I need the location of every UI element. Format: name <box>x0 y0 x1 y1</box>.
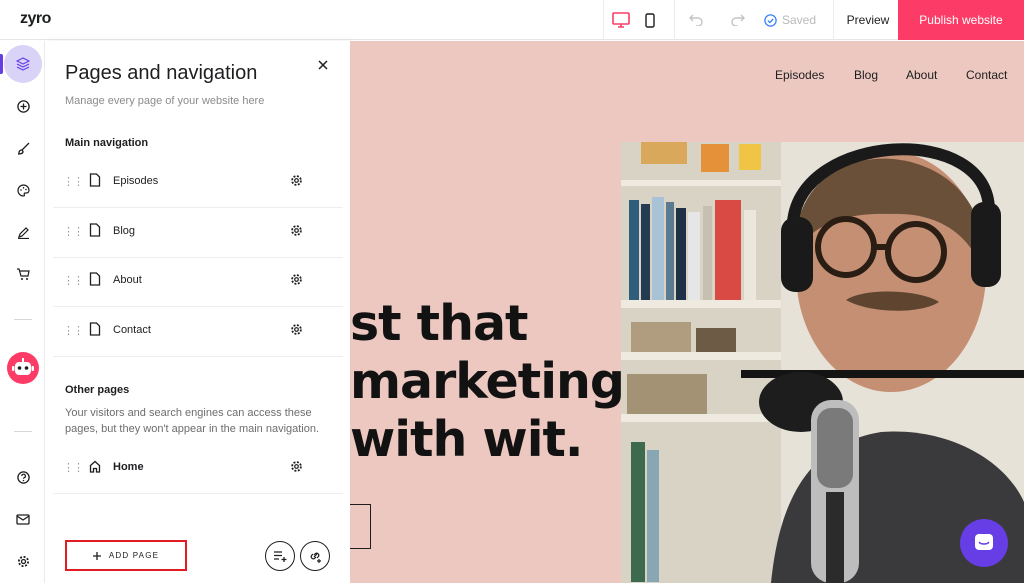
main-navigation-heading: Main navigation <box>65 137 149 149</box>
page-icon <box>89 272 101 286</box>
hero-heading-line[interactable]: marketing <box>350 353 625 410</box>
page-label: Home <box>113 461 144 473</box>
drag-handle-icon[interactable]: ⋮⋮ <box>63 274 84 287</box>
page-label: Episodes <box>113 175 159 187</box>
redo-icon <box>731 14 745 26</box>
colors-button[interactable] <box>7 174 39 206</box>
settings-icon <box>17 555 29 567</box>
page-icon <box>89 173 101 187</box>
page-row-about[interactable]: ⋮⋮ About <box>53 257 343 307</box>
add-page-button[interactable]: ADD PAGE <box>65 540 187 571</box>
drag-handle-icon[interactable]: ⋮⋮ <box>63 461 84 474</box>
preview-button[interactable]: Preview <box>834 0 902 40</box>
desktop-view-button[interactable] <box>604 0 638 40</box>
page-row-contact[interactable]: ⋮⋮ Contact <box>53 307 343 357</box>
hero-heading-line[interactable]: st that <box>350 295 528 352</box>
page-row-blog[interactable]: ⋮⋮ Blog <box>53 208 343 258</box>
active-indicator <box>0 54 3 74</box>
top-bar: zyro Saved Preview Publish website <box>0 0 1024 40</box>
site-nav-about[interactable]: About <box>906 68 937 82</box>
podcaster-photo <box>621 142 1024 583</box>
help-icon <box>16 470 30 484</box>
hero-button[interactable] <box>350 504 371 549</box>
close-icon <box>318 60 328 70</box>
panel-subtitle: Manage every page of your website here <box>65 95 265 107</box>
mobile-icon <box>645 12 655 28</box>
saved-status: Saved <box>759 0 821 40</box>
ai-assistant-button[interactable] <box>6 351 40 385</box>
add-list-page-button[interactable] <box>265 541 295 571</box>
cart-icon <box>17 267 30 280</box>
site-nav-blog[interactable]: Blog <box>854 68 878 82</box>
playlist-add-icon <box>274 551 287 562</box>
gear-icon[interactable] <box>290 323 303 336</box>
layers-icon <box>16 57 30 71</box>
drag-handle-icon[interactable]: ⋮⋮ <box>63 324 84 337</box>
home-icon <box>89 460 101 473</box>
undo-button[interactable] <box>675 0 717 40</box>
pages-nav-button[interactable] <box>4 45 42 83</box>
site-nav-contact[interactable]: Contact <box>966 68 1007 82</box>
page-row-home[interactable]: ⋮⋮ Home <box>53 444 343 494</box>
gear-icon[interactable] <box>290 460 303 473</box>
blog-button[interactable] <box>7 216 39 248</box>
divider <box>14 319 32 320</box>
divider <box>14 431 32 432</box>
pages-panel: Pages and navigation Manage every page o… <box>45 41 350 583</box>
plus-icon <box>92 551 101 560</box>
left-rail <box>0 41 45 583</box>
page-row-episodes[interactable]: ⋮⋮ Episodes <box>53 158 343 208</box>
drag-handle-icon[interactable]: ⋮⋮ <box>63 225 84 238</box>
other-pages-heading: Other pages <box>65 384 130 396</box>
messages-button[interactable] <box>7 503 39 535</box>
settings-button[interactable] <box>7 545 39 577</box>
gear-icon[interactable] <box>290 224 303 237</box>
zyro-logo[interactable]: zyro <box>20 10 51 28</box>
page-icon <box>89 322 101 336</box>
mail-icon <box>16 513 30 525</box>
website-canvas[interactable]: Episodes Blog About Contact st that mark… <box>350 41 1024 583</box>
other-pages-description: Your visitors and search engines can acc… <box>65 407 320 435</box>
mobile-view-button[interactable] <box>638 0 662 40</box>
link-add-icon <box>310 552 321 563</box>
page-label: Contact <box>113 324 151 336</box>
palette-icon <box>16 183 30 197</box>
gear-icon[interactable] <box>290 273 303 286</box>
toolbar: Saved Preview <box>603 0 902 40</box>
store-button[interactable] <box>7 258 39 290</box>
pen-icon <box>17 226 29 239</box>
hero-image[interactable] <box>621 142 1024 583</box>
gear-icon[interactable] <box>290 174 303 187</box>
page-label: Blog <box>113 225 136 237</box>
styles-button[interactable] <box>7 132 39 164</box>
page-icon <box>89 223 101 237</box>
saved-label: Saved <box>781 13 817 27</box>
chat-icon <box>975 534 993 550</box>
page-label: About <box>113 274 142 286</box>
chat-support-button[interactable] <box>960 519 1008 567</box>
help-button[interactable] <box>7 461 39 493</box>
robot-icon <box>7 352 39 384</box>
add-link-button[interactable] <box>300 541 330 571</box>
undo-icon <box>689 14 703 26</box>
publish-website-button[interactable]: Publish website <box>898 0 1024 40</box>
add-page-label: ADD PAGE <box>108 551 160 560</box>
brush-icon <box>17 142 29 155</box>
hero-heading-line[interactable]: with wit. <box>350 411 584 468</box>
site-nav-episodes[interactable]: Episodes <box>775 68 824 82</box>
drag-handle-icon[interactable]: ⋮⋮ <box>63 175 84 188</box>
redo-button[interactable] <box>717 0 759 40</box>
close-panel-button[interactable] <box>313 57 333 77</box>
check-circle-icon <box>764 13 777 27</box>
desktop-icon <box>612 12 630 28</box>
add-element-button[interactable] <box>7 90 39 122</box>
panel-title: Pages and navigation <box>65 62 258 84</box>
add-circle-icon <box>16 99 30 113</box>
